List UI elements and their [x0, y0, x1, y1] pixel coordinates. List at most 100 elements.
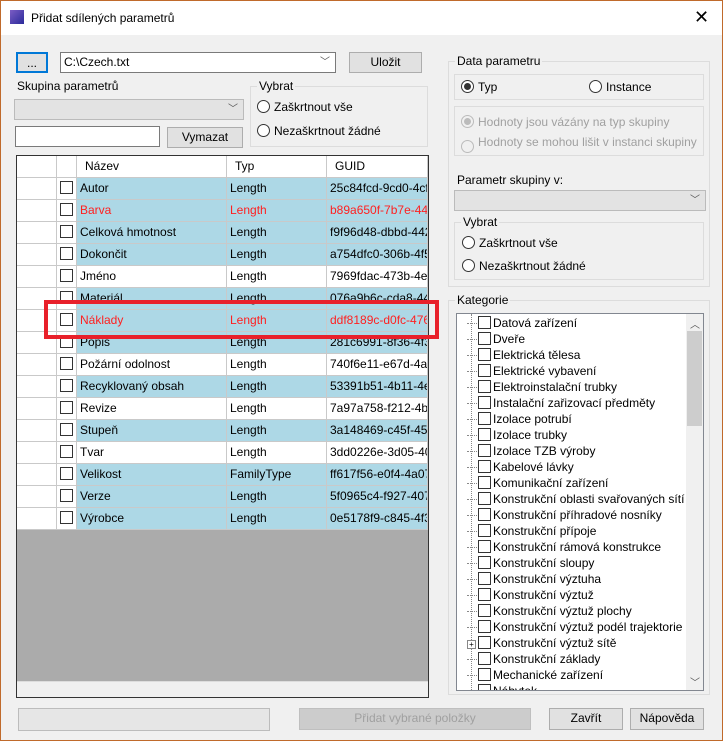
- category-item[interactable]: Elektrická tělesa: [467, 347, 580, 363]
- category-item[interactable]: Elektrické vybavení: [467, 363, 596, 379]
- table-row[interactable]: Verze Length 5f0965c4-f927-407e-: [17, 486, 428, 508]
- help-button[interactable]: Nápověda: [630, 708, 704, 730]
- row-header[interactable]: [17, 244, 57, 266]
- category-item[interactable]: Konstrukční výztuž: [467, 587, 594, 603]
- table-row[interactable]: Recyklovaný obsah Length 53391b51-4b11-4…: [17, 376, 428, 398]
- column-header-name[interactable]: Název: [77, 156, 227, 178]
- scroll-up-icon[interactable]: ︿: [690, 316, 700, 331]
- category-item[interactable]: Konstrukční výztuž plochy: [467, 603, 632, 619]
- row-header[interactable]: [17, 486, 57, 508]
- category-item[interactable]: Dveře: [467, 331, 525, 347]
- checkbox-icon[interactable]: [478, 572, 491, 585]
- category-item[interactable]: Konstrukční rámová konstrukce: [467, 539, 661, 555]
- checkbox-icon[interactable]: [478, 588, 491, 601]
- vertical-scrollbar[interactable]: ︿ ﹀: [686, 314, 703, 690]
- checkbox-icon[interactable]: [478, 620, 491, 633]
- checkbox-icon[interactable]: [478, 556, 491, 569]
- table-row[interactable]: Požární odolnost Length 740f6e11-e67d-4a…: [17, 354, 428, 376]
- clear-button[interactable]: Vymazat: [167, 127, 243, 148]
- checkbox-icon[interactable]: [478, 348, 491, 361]
- categories-tree[interactable]: Datová zařízení Dveře Elektrická tělesa Ele…: [456, 313, 704, 691]
- filter-input[interactable]: [15, 126, 160, 147]
- checkbox-icon[interactable]: [478, 636, 491, 649]
- checkbox-icon[interactable]: [478, 364, 491, 377]
- column-header-type[interactable]: Typ: [227, 156, 327, 178]
- category-item[interactable]: Datová zařízení: [467, 315, 577, 331]
- category-item[interactable]: Konstrukční výztuž podél trajektorie: [467, 619, 682, 635]
- table-row[interactable]: Celková hmotnost Length f9f96d48-dbbd-44…: [17, 222, 428, 244]
- checkbox-icon[interactable]: [478, 428, 491, 441]
- checkbox-icon[interactable]: [478, 476, 491, 489]
- checkbox-icon[interactable]: [478, 508, 491, 521]
- row-header[interactable]: [17, 464, 57, 486]
- row-checkbox[interactable]: [57, 442, 77, 464]
- checkbox-icon[interactable]: [478, 540, 491, 553]
- group-param-combo[interactable]: ﹀: [14, 99, 244, 120]
- scroll-down-icon[interactable]: ﹀: [690, 674, 700, 689]
- row-header[interactable]: [17, 508, 57, 530]
- column-header-guid[interactable]: GUID: [327, 156, 428, 178]
- row-checkbox[interactable]: [57, 464, 77, 486]
- row-header[interactable]: [17, 442, 57, 464]
- type-radio[interactable]: Typ: [461, 80, 497, 94]
- category-item[interactable]: Elektroinstalační trubky: [467, 379, 617, 395]
- uncheck-all-radio[interactable]: Nezaškrtnout žádné: [462, 259, 586, 273]
- category-item[interactable]: Konstrukční oblasti svařovaných sítí: [467, 491, 684, 507]
- checkbox-icon[interactable]: [478, 412, 491, 425]
- category-item[interactable]: Konstrukční přípoje: [467, 523, 596, 539]
- close-button[interactable]: Zavřít: [549, 708, 623, 730]
- category-item[interactable]: Nábytek: [467, 683, 537, 690]
- check-all-radio[interactable]: Zaškrtnout vše: [462, 236, 558, 250]
- table-row[interactable]: Revize Length 7a97a758-f212-4b3d: [17, 398, 428, 420]
- checkbox-icon[interactable]: [478, 316, 491, 329]
- checkbox-icon[interactable]: [478, 380, 491, 393]
- group-under-combo[interactable]: ﹀: [454, 190, 706, 211]
- category-item[interactable]: Mechanické zařízení: [467, 667, 603, 683]
- save-button[interactable]: Uložit: [349, 52, 422, 73]
- row-checkbox[interactable]: [57, 266, 77, 288]
- close-icon[interactable]: ✕: [694, 7, 709, 28]
- category-item[interactable]: Izolace TZB výroby: [467, 443, 595, 459]
- row-header[interactable]: [17, 178, 57, 200]
- row-checkbox[interactable]: [57, 376, 77, 398]
- check-all-radio[interactable]: Zaškrtnout vše: [257, 100, 353, 114]
- category-item[interactable]: Izolace trubky: [467, 427, 567, 443]
- category-item[interactable]: Instalační zařizovací předměty: [467, 395, 655, 411]
- browse-button[interactable]: ...: [16, 52, 48, 73]
- table-row[interactable]: Výrobce Length 0e5178f9-c845-4f3c-: [17, 508, 428, 530]
- row-checkbox[interactable]: [57, 178, 77, 200]
- category-item[interactable]: Konstrukční příhradové nosníky: [467, 507, 662, 523]
- checkbox-icon[interactable]: [478, 460, 491, 473]
- checkbox-icon[interactable]: [478, 604, 491, 617]
- table-row[interactable]: Autor Length 25c84fcd-9cd0-4cfa-: [17, 178, 428, 200]
- category-item[interactable]: Konstrukční sloupy: [467, 555, 594, 571]
- category-item[interactable]: Izolace potrubí: [467, 411, 572, 427]
- row-checkbox[interactable]: [57, 200, 77, 222]
- category-item[interactable]: Konstrukční základy: [467, 651, 600, 667]
- uncheck-all-radio[interactable]: Nezaškrtnout žádné: [257, 124, 381, 138]
- row-header[interactable]: [17, 200, 57, 222]
- checkbox-icon[interactable]: [478, 668, 491, 681]
- row-header[interactable]: [17, 376, 57, 398]
- add-selected-button[interactable]: Přidat vybrané položky: [299, 708, 531, 730]
- checkbox-icon[interactable]: [478, 492, 491, 505]
- expand-plus-icon[interactable]: +: [467, 640, 476, 649]
- checkbox-icon[interactable]: [478, 396, 491, 409]
- table-row[interactable]: Tvar Length 3dd0226e-3d05-402a: [17, 442, 428, 464]
- row-header[interactable]: [17, 420, 57, 442]
- category-item[interactable]: + Konstrukční výztuž sítě: [467, 635, 616, 651]
- row-checkbox[interactable]: [57, 354, 77, 376]
- row-header[interactable]: [17, 266, 57, 288]
- checkbox-icon[interactable]: [478, 332, 491, 345]
- row-checkbox[interactable]: [57, 508, 77, 530]
- row-checkbox[interactable]: [57, 486, 77, 508]
- table-row[interactable]: Dokončit Length a754dfc0-306b-4f5f-b: [17, 244, 428, 266]
- category-item[interactable]: Konstrukční výztuha: [467, 571, 601, 587]
- row-header[interactable]: [17, 222, 57, 244]
- row-checkbox[interactable]: [57, 222, 77, 244]
- row-checkbox[interactable]: [57, 398, 77, 420]
- scroll-thumb[interactable]: [687, 331, 702, 426]
- row-header[interactable]: [17, 398, 57, 420]
- checkbox-icon[interactable]: [478, 684, 491, 690]
- table-row[interactable]: Stupeň Length 3a148469-c45f-458a: [17, 420, 428, 442]
